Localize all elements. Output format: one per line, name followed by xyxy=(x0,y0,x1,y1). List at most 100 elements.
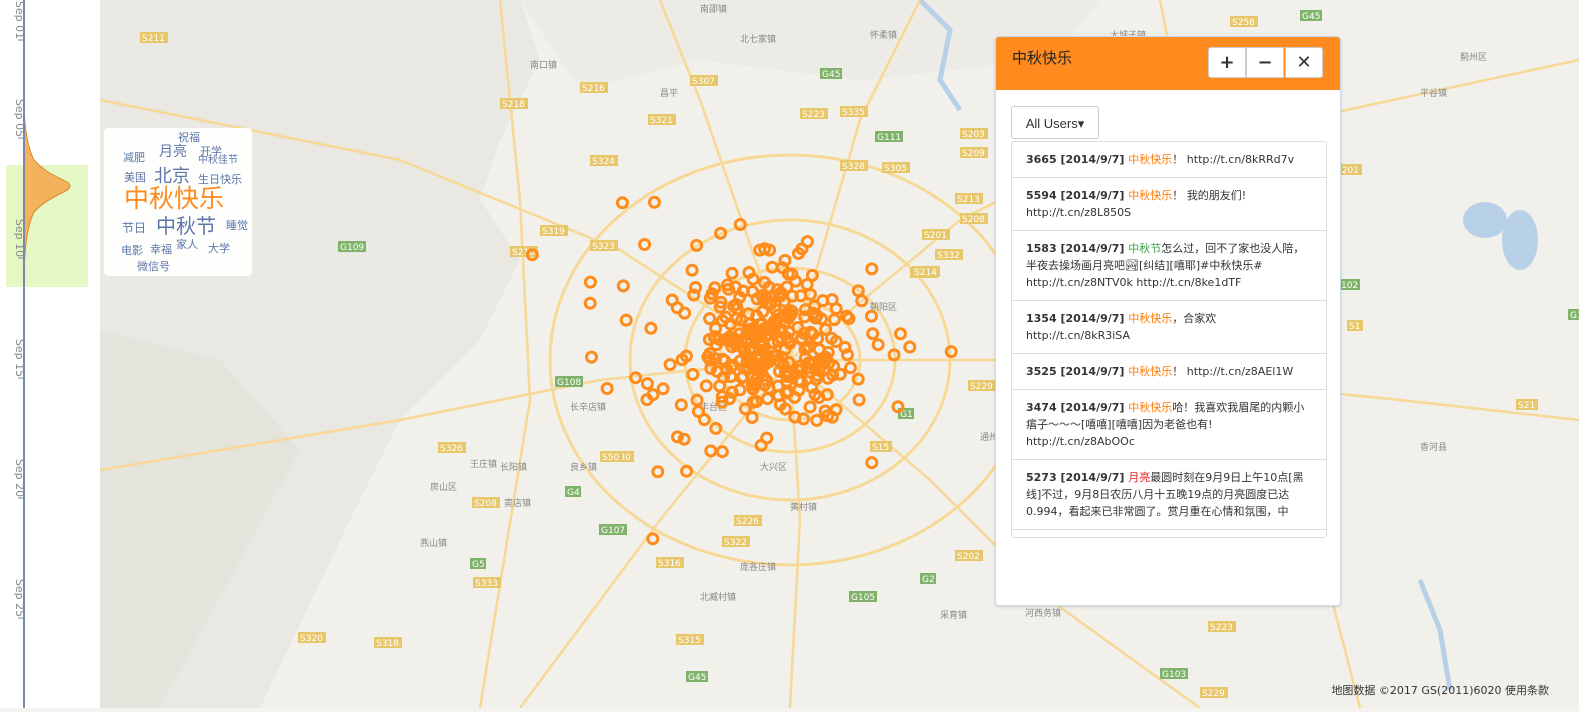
tweet-point[interactable] xyxy=(724,317,738,331)
tweet-point[interactable] xyxy=(765,260,779,274)
tweet-point[interactable] xyxy=(647,195,661,209)
word-cloud-term[interactable]: 节日 xyxy=(122,222,146,234)
tweet-point[interactable] xyxy=(816,294,830,308)
tweet-item[interactable]: 1354 [2014/9/7] 中秋快乐，合家欢 http://t.cn/8kR… xyxy=(1012,301,1326,354)
word-cloud-term[interactable]: 幸福 xyxy=(150,244,172,255)
tweet-item[interactable]: 3665 [2014/9/7] 中秋快乐！ http://t.cn/8kRRd7… xyxy=(1012,142,1326,178)
tweet-point[interactable] xyxy=(616,279,630,293)
tweet-point[interactable] xyxy=(746,272,760,286)
tweet-point[interactable] xyxy=(629,371,643,385)
tweet-point[interactable] xyxy=(865,262,879,276)
tweet-item[interactable]: 3525 [2014/9/7] 中秋快乐！ http://t.cn/z8AEl1… xyxy=(1012,354,1326,390)
tweet-point[interactable] xyxy=(736,370,750,384)
word-cloud-term[interactable]: 微信号 xyxy=(137,261,170,272)
tweet-point[interactable] xyxy=(651,465,665,479)
tweet-point[interactable] xyxy=(615,196,629,210)
tweet-item[interactable]: 5594 [2014/9/7] 中秋快乐！ 我的朋友们! http://t.cn… xyxy=(1012,178,1326,231)
tweet-point[interactable] xyxy=(851,372,865,386)
tweet-point[interactable] xyxy=(680,464,694,478)
close-button[interactable]: ✕ xyxy=(1285,47,1323,78)
zoom-in-button[interactable]: + xyxy=(1208,47,1246,78)
tweet-point[interactable] xyxy=(852,393,866,407)
tweet-point[interactable] xyxy=(678,306,692,320)
tweet-point[interactable] xyxy=(619,313,633,327)
tweet-point[interactable] xyxy=(894,327,907,341)
word-cloud-term[interactable]: 中秋节 xyxy=(156,216,216,236)
word-cloud-term[interactable]: 月亮 xyxy=(159,145,187,159)
tweet-point[interactable] xyxy=(718,354,732,368)
tweet-point[interactable] xyxy=(788,410,802,424)
tweet-point[interactable] xyxy=(646,532,660,546)
tweet-point[interactable] xyxy=(709,421,723,435)
tweet-point[interactable] xyxy=(745,341,759,355)
tweet-point[interactable] xyxy=(746,395,760,409)
tweet-point[interactable] xyxy=(685,263,699,277)
tweet-point[interactable] xyxy=(750,309,764,323)
tweet-point[interactable] xyxy=(803,400,817,414)
word-cloud-term[interactable]: 家人 xyxy=(176,239,198,250)
tweet-point[interactable] xyxy=(806,327,820,341)
tweet-point[interactable] xyxy=(665,293,679,307)
map[interactable]: S211 S218 S216 S307 S321 S223 S335 G111 S328 G45 S… xyxy=(100,0,1579,708)
tweet-point[interactable] xyxy=(699,379,713,393)
tweet-point[interactable] xyxy=(687,288,701,302)
tweet-point[interactable] xyxy=(600,382,614,395)
users-filter-dropdown[interactable]: All Users▾ xyxy=(1011,106,1099,139)
tweet-point[interactable] xyxy=(656,382,670,396)
tweet-point[interactable] xyxy=(674,398,688,412)
tweet-point[interactable] xyxy=(686,367,700,381)
tweet-point[interactable] xyxy=(805,268,819,282)
tweet-point[interactable] xyxy=(677,432,691,446)
zoom-out-button[interactable]: − xyxy=(1246,47,1284,78)
tweet-point[interactable] xyxy=(779,386,793,400)
tweet-point[interactable] xyxy=(697,413,711,427)
tweet-point[interactable] xyxy=(865,456,879,470)
tweet-point[interactable] xyxy=(640,393,654,407)
tweet-point[interactable] xyxy=(638,238,652,251)
tweet-point[interactable] xyxy=(663,358,677,372)
tweet-point[interactable] xyxy=(761,392,775,406)
tweet-point[interactable] xyxy=(891,400,905,414)
word-cloud-term[interactable]: 睡觉 xyxy=(226,220,248,231)
tweet-point[interactable] xyxy=(754,438,768,452)
tweet-point[interactable] xyxy=(865,309,878,323)
word-cloud-term[interactable]: 中秋快乐 xyxy=(124,186,224,211)
tweet-point[interactable] xyxy=(827,313,841,327)
tweet-point[interactable] xyxy=(841,348,854,362)
tweet-item[interactable]: 3474 [2014/9/7] 中秋快乐哈！我喜欢我眉尾的内颗小痦子～～～[嘻嘻… xyxy=(1012,390,1326,460)
tweet-point[interactable] xyxy=(778,253,792,267)
tweet-point[interactable] xyxy=(866,327,880,341)
tweet-point[interactable] xyxy=(733,383,747,397)
tweet-point[interactable] xyxy=(733,218,747,231)
map-canvas[interactable]: S211 S218 S216 S307 S321 S223 S335 G111 S328 G45 S… xyxy=(100,0,1579,708)
word-cloud-term[interactable]: 祝福 xyxy=(178,132,200,143)
tweet-point[interactable] xyxy=(725,266,739,280)
tweet-point[interactable] xyxy=(805,380,819,394)
tweet-point[interactable] xyxy=(844,361,857,375)
word-cloud-term[interactable]: 大学 xyxy=(208,243,230,254)
tweet-point[interactable] xyxy=(583,296,597,310)
tweet-point[interactable] xyxy=(792,383,806,397)
tweet-point[interactable] xyxy=(715,445,729,459)
tweet-point[interactable] xyxy=(746,285,759,298)
tweet-point[interactable] xyxy=(758,276,771,289)
timeline[interactable]: Sep 01 Sep 05 Sep 10 Sep 15 Sep 20 Sep 25 xyxy=(0,0,100,708)
word-cloud-term[interactable]: 电影 xyxy=(121,245,143,256)
tweet-point[interactable] xyxy=(585,350,598,364)
tweet-point[interactable] xyxy=(708,281,722,295)
tweet-item[interactable]: 5273 [2014/9/7] 月亮最圆时刻在9月9日上午10点[黑线]不过，9… xyxy=(1012,460,1326,530)
tweet-point[interactable] xyxy=(829,302,843,316)
tweet-point[interactable] xyxy=(903,340,917,354)
tweet-point[interactable] xyxy=(703,312,717,326)
tweet-list[interactable]: 3665 [2014/9/7] 中秋快乐！ http://t.cn/8kRRd7… xyxy=(1011,141,1327,538)
tweet-item[interactable]: 1583 [2014/9/7] 中秋节怎么过，回不了家也没人陪，半夜去操场画月亮… xyxy=(1012,231,1326,301)
tweet-point[interactable] xyxy=(583,275,597,289)
word-cloud-term[interactable]: 美国 xyxy=(124,172,146,183)
word-cloud-term[interactable]: 中秋佳节 xyxy=(198,156,238,166)
tweet-point[interactable] xyxy=(704,444,718,458)
tweet-point[interactable] xyxy=(840,309,854,323)
tweet-point[interactable] xyxy=(871,338,885,352)
tweet-point[interactable] xyxy=(810,413,824,427)
tweet-point[interactable] xyxy=(640,377,654,391)
tweet-point[interactable] xyxy=(644,321,658,335)
